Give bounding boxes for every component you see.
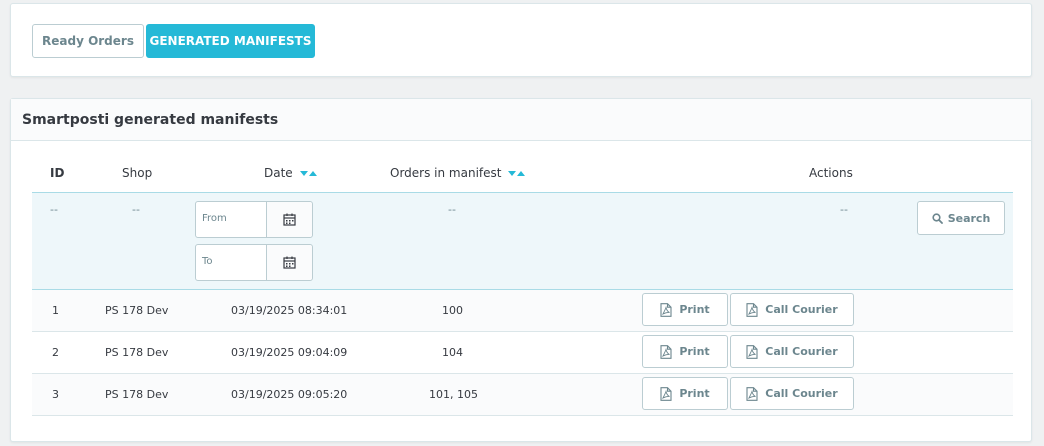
filter-row: -- -- From To -- -- Search xyxy=(32,192,1013,290)
print-button-label: Print xyxy=(679,345,710,358)
header-orders[interactable]: Orders in manifest xyxy=(390,166,526,180)
row-shop: PS 178 Dev xyxy=(105,304,169,317)
manifests-panel: Smartposti generated manifests ID Shop D… xyxy=(10,98,1032,442)
row-orders: 104 xyxy=(442,346,463,359)
calendar-icon[interactable] xyxy=(266,202,312,237)
header-shop: Shop xyxy=(122,166,153,180)
calendar-icon[interactable] xyxy=(266,245,312,280)
panel-heading: Smartposti generated manifests xyxy=(11,99,1031,141)
pdf-file-icon xyxy=(660,386,672,401)
tab-generated-manifests[interactable]: GENERATED MANIFESTS xyxy=(146,24,315,58)
row-orders: 101, 105 xyxy=(429,388,478,401)
search-button[interactable]: Search xyxy=(917,201,1005,235)
pdf-file-icon xyxy=(660,302,672,317)
tab-ready-orders[interactable]: Ready Orders xyxy=(32,24,144,58)
print-button-label: Print xyxy=(679,303,710,316)
row-date: 03/19/2025 09:04:09 xyxy=(231,346,348,359)
sort-asc-icon[interactable] xyxy=(517,171,526,176)
table-row: 1 PS 178 Dev 03/19/2025 08:34:01 100 Pri… xyxy=(32,290,1013,332)
row-date: 03/19/2025 09:05:20 xyxy=(231,388,348,401)
sort-desc-icon[interactable] xyxy=(299,171,308,176)
call-courier-button-label: Call Courier xyxy=(765,387,838,400)
sort-arrows[interactable] xyxy=(299,171,317,176)
search-button-label: Search xyxy=(947,211,991,225)
table-row: 3 PS 178 Dev 03/19/2025 09:05:20 101, 10… xyxy=(32,374,1013,416)
filter-id-empty: -- xyxy=(50,203,58,216)
row-id: 2 xyxy=(52,346,59,359)
tabs-card: Ready Orders GENERATED MANIFESTS xyxy=(10,3,1032,77)
filter-actions-empty: -- xyxy=(840,203,848,216)
header-date-label: Date xyxy=(264,166,293,180)
header-date[interactable]: Date xyxy=(264,166,317,180)
date-from-placeholder: From xyxy=(202,213,227,224)
print-button[interactable]: Print xyxy=(642,293,728,326)
header-id: ID xyxy=(50,166,65,180)
row-shop: PS 178 Dev xyxy=(105,388,169,401)
date-to-placeholder: To xyxy=(202,256,213,267)
pdf-file-icon xyxy=(746,386,758,401)
call-courier-button[interactable]: Call Courier xyxy=(730,335,854,368)
search-icon xyxy=(932,212,943,224)
call-courier-button-label: Call Courier xyxy=(765,303,838,316)
row-id: 3 xyxy=(52,388,59,401)
panel-title: Smartposti generated manifests xyxy=(22,112,279,128)
call-courier-button[interactable]: Call Courier xyxy=(730,377,854,410)
row-orders: 100 xyxy=(442,304,463,317)
date-to-input[interactable]: To xyxy=(195,244,313,281)
print-button[interactable]: Print xyxy=(642,377,728,410)
call-courier-button-label: Call Courier xyxy=(765,345,838,358)
pdf-file-icon xyxy=(746,302,758,317)
pdf-file-icon xyxy=(746,344,758,359)
header-orders-label: Orders in manifest xyxy=(390,166,502,180)
call-courier-button[interactable]: Call Courier xyxy=(730,293,854,326)
header-actions: Actions xyxy=(809,166,853,180)
filter-orders-empty: -- xyxy=(448,203,456,216)
table-row: 2 PS 178 Dev 03/19/2025 09:04:09 104 Pri… xyxy=(32,332,1013,374)
row-date: 03/19/2025 08:34:01 xyxy=(231,304,348,317)
pdf-file-icon xyxy=(660,344,672,359)
sort-desc-icon[interactable] xyxy=(508,171,517,176)
print-button-label: Print xyxy=(679,387,710,400)
row-id: 1 xyxy=(52,304,59,317)
filter-shop-empty: -- xyxy=(132,203,140,216)
print-button[interactable]: Print xyxy=(642,335,728,368)
sort-arrows[interactable] xyxy=(508,171,526,176)
sort-asc-icon[interactable] xyxy=(308,171,317,176)
date-from-input[interactable]: From xyxy=(195,201,313,238)
row-shop: PS 178 Dev xyxy=(105,346,169,359)
